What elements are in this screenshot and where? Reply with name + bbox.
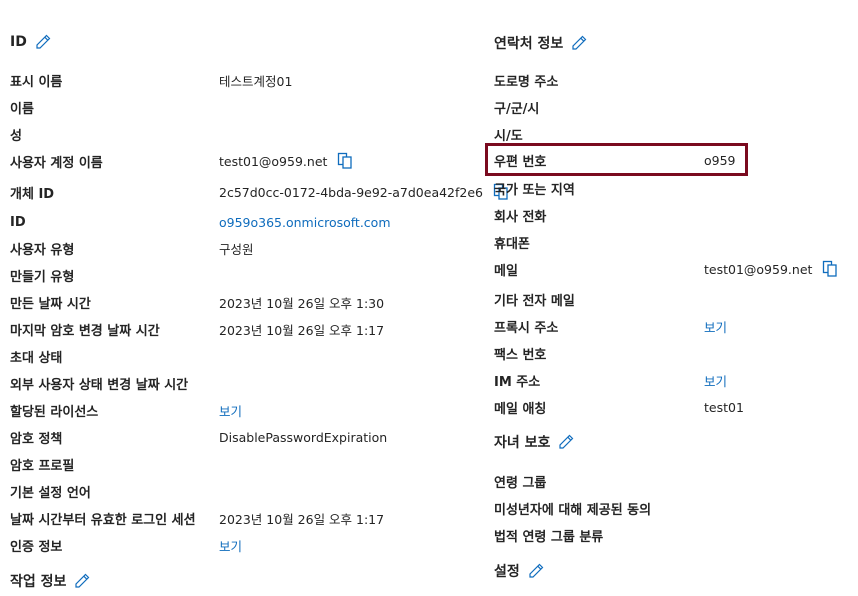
edit-pencil-icon[interactable] (558, 434, 574, 450)
email-value: test01@o959.net (704, 261, 813, 277)
row-external-state-change: 외부 사용자 상태 변경 날짜 시간 (10, 377, 189, 393)
signin-sessions-value: 2023년 10월 26일 오후 1:17 (219, 511, 385, 527)
object-id-value-group: 2c57d0cc-0172-4bda-9e92-a7d0ea42f2e6 (219, 182, 509, 202)
row-invite-state: 초대 상태 (10, 350, 63, 366)
row-email: 메일 (494, 263, 518, 279)
row-im: IM 주소 (494, 374, 541, 390)
user-type-value: 구성원 (219, 241, 254, 257)
copy-icon[interactable] (337, 152, 353, 170)
row-created: 만든 날짜 시간 (10, 296, 91, 312)
row-auth: 인증 정보 (10, 539, 63, 555)
row-proxy: 프록시 주소 (494, 320, 559, 336)
row-fax: 팩스 번호 (494, 347, 547, 363)
row-pref-lang: 기본 설정 언어 (10, 485, 91, 501)
last-pwd-change-value: 2023년 10월 26일 오후 1:17 (219, 322, 385, 338)
row-upn: 사용자 계정 이름 (10, 155, 103, 171)
edit-pencil-icon[interactable] (35, 34, 51, 50)
row-legal-age: 법적 연령 그룹 분류 (494, 529, 604, 545)
identity-section-title: ID (10, 34, 51, 50)
row-street: 도로명 주소 (494, 74, 559, 90)
id-link[interactable]: o959o365.onmicrosoft.com (219, 212, 391, 232)
row-mail-nickname: 메일 애칭 (494, 401, 547, 417)
copy-icon[interactable] (822, 260, 838, 278)
pwd-policy-value: DisablePasswordExpiration (219, 429, 388, 445)
row-consent: 미성년자에 대해 제공된 동의 (494, 502, 652, 518)
display-name-value: 테스트계정01 (219, 73, 293, 89)
email-value-group: test01@o959.net (704, 259, 838, 279)
upn-value-group: test01@o959.net (219, 151, 353, 171)
row-city: 구/군/시 (494, 101, 540, 117)
row-state: 시/도 (494, 128, 523, 144)
row-mobile: 휴대폰 (494, 236, 530, 252)
object-id-value: 2c57d0cc-0172-4bda-9e92-a7d0ea42f2e6 (219, 184, 484, 200)
edit-pencil-icon[interactable] (571, 35, 587, 51)
row-id: ID (10, 214, 26, 230)
upn-value: test01@o959.net (219, 153, 328, 169)
row-pwd-policy: 암호 정책 (10, 431, 63, 447)
row-other-email: 기타 전자 메일 (494, 293, 575, 309)
row-last-pwd-change: 마지막 암호 변경 날짜 시간 (10, 323, 160, 339)
licenses-view-link[interactable]: 보기 (219, 400, 242, 420)
row-creation-type: 만들기 유형 (10, 269, 75, 285)
created-value: 2023년 10월 26일 오후 1:30 (219, 295, 385, 311)
row-user-type: 사용자 유형 (10, 242, 75, 258)
row-display-name: 표시 이름 (10, 74, 63, 90)
parental-section-title: 자녀 보호 (494, 432, 574, 452)
auth-view-link[interactable]: 보기 (219, 535, 242, 555)
settings-section-title: 설정 (494, 561, 544, 581)
zip-code-highlight-box (485, 143, 748, 176)
row-age-group: 연령 그룹 (494, 475, 547, 491)
mail-nickname-value: test01 (704, 399, 744, 415)
job-info-section-title: 작업 정보 (10, 571, 90, 591)
row-office-phone: 회사 전화 (494, 209, 547, 225)
edit-pencil-icon[interactable] (528, 563, 544, 579)
row-signin-sessions: 날짜 시간부터 유효한 로그인 세션 (10, 512, 196, 528)
contact-section-title: 연락처 정보 (494, 33, 587, 53)
proxy-view-link[interactable]: 보기 (704, 316, 727, 336)
row-first-name: 이름 (10, 101, 34, 117)
im-view-link[interactable]: 보기 (704, 370, 727, 390)
row-object-id: 개체 ID (10, 186, 55, 202)
row-last-name: 성 (10, 128, 22, 144)
row-country: 국가 또는 지역 (494, 182, 575, 198)
row-licenses: 할당된 라이선스 (10, 404, 99, 420)
edit-pencil-icon[interactable] (74, 573, 90, 589)
row-pwd-profile: 암호 프로필 (10, 458, 75, 474)
